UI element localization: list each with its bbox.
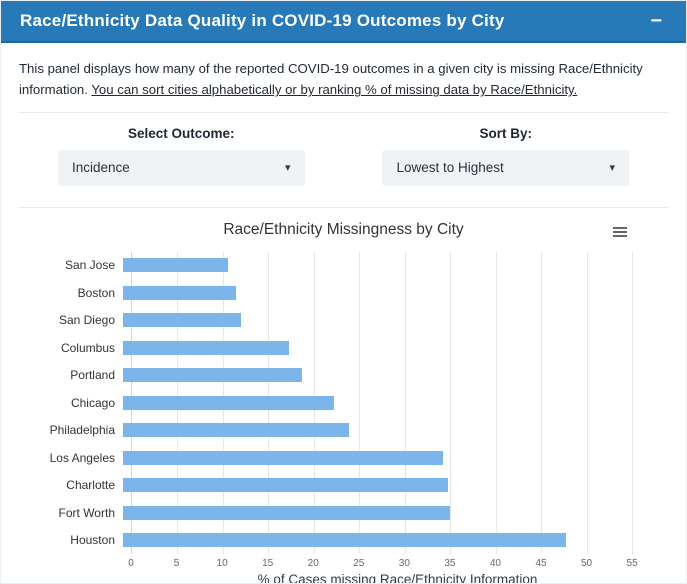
sort-label: Sort By: <box>479 125 532 141</box>
y-axis-category-label: Columbus <box>60 340 115 355</box>
bar-track <box>123 478 664 493</box>
bar-track <box>123 313 664 328</box>
x-axis-tick-label: 10 <box>216 557 228 569</box>
chart-row: Fort Worth <box>19 505 668 520</box>
plot-area: San Jose Boston San Diego Columbus Portland C… <box>19 251 668 584</box>
x-axis-tick-label: 20 <box>307 557 319 569</box>
bar[interactable] <box>123 340 290 355</box>
outcome-label: Select Outcome: <box>127 125 235 141</box>
bar[interactable] <box>123 285 236 300</box>
chart-rows: San Jose Boston San Diego Columbus Portland C… <box>19 252 668 554</box>
chart-title-row: Race/Ethnicity Missingness by City <box>19 221 668 243</box>
x-axis: 0 5 10 15 20 25 30 35 40 45 50 55 <box>128 554 664 569</box>
outcome-control: Select Outcome: Incidence ▾ <box>19 126 344 186</box>
panel-description: This panel displays how many of the repo… <box>19 58 667 101</box>
y-axis-category-label: San Jose <box>64 258 115 273</box>
x-axis-tick-label: 55 <box>626 557 638 569</box>
x-axis-tick-label: 30 <box>398 557 410 569</box>
divider <box>19 206 668 208</box>
y-axis-category-label: San Diego <box>58 313 115 328</box>
sort-selected-value: Lowest to Highest <box>396 160 504 176</box>
missingness-chart: Race/Ethnicity Missingness by City San J… <box>19 221 668 584</box>
bar[interactable] <box>123 450 443 465</box>
chart-row: Chicago <box>19 395 668 410</box>
chart-context-menu-button[interactable] <box>611 225 629 239</box>
y-axis-category-label: Fort Worth <box>58 505 115 520</box>
y-axis-category-label: Philadelphia <box>49 423 115 438</box>
y-axis-category-label: Chicago <box>70 395 115 410</box>
bar[interactable] <box>123 423 349 438</box>
x-axis-tick-label: 5 <box>173 557 180 569</box>
chart-title: Race/Ethnicity Missingness by City <box>223 220 464 238</box>
chart-row: Charlotte <box>19 478 668 493</box>
chart-row: Columbus <box>19 340 668 355</box>
collapse-button[interactable]: − <box>648 11 664 31</box>
chevron-down-icon: ▾ <box>285 162 291 175</box>
bar-track <box>123 505 664 520</box>
hamburger-menu-icon <box>613 234 627 237</box>
sort-control: Sort By: Lowest to Highest ▾ <box>344 126 669 186</box>
x-axis-tick-label: 40 <box>489 557 501 569</box>
outcome-select[interactable]: Incidence ▾ <box>57 149 305 186</box>
chart-row: Boston <box>19 285 668 300</box>
bar[interactable] <box>123 478 448 493</box>
bar[interactable] <box>123 368 303 383</box>
dashboard-panel: Race/Ethnicity Data Quality in COVID-19 … <box>0 0 687 584</box>
x-axis-tick-label: 35 <box>444 557 456 569</box>
bar-track <box>123 423 664 438</box>
bar[interactable] <box>123 395 334 410</box>
x-axis-tick-label: 50 <box>580 557 593 569</box>
chart-row: Portland <box>19 368 668 383</box>
y-axis-category-label: Boston <box>77 285 115 300</box>
x-axis-tick-label: 25 <box>353 557 365 569</box>
bar[interactable] <box>123 533 566 547</box>
y-axis-category-label: Houston <box>70 533 115 547</box>
chart-row: San Diego <box>19 313 668 328</box>
x-axis-tick-label: 0 <box>128 557 134 569</box>
chart-row: San Jose <box>19 258 668 273</box>
bar-track <box>123 533 664 547</box>
panel-body: This panel displays how many of the repo… <box>1 43 686 584</box>
outcome-selected-value: Incidence <box>71 160 130 176</box>
bar-track <box>123 368 664 383</box>
controls-row: Select Outcome: Incidence ▾ Sort By: Low… <box>19 126 668 186</box>
chart-row: Houston <box>19 533 668 547</box>
x-axis-tick-label: 45 <box>535 557 547 569</box>
sort-select[interactable]: Lowest to Highest ▾ <box>382 149 630 186</box>
chart-row: Los Angeles <box>19 450 668 465</box>
y-axis-category-label: Los Angeles <box>49 450 115 465</box>
bar[interactable] <box>123 258 228 273</box>
description-sort-hint: You can sort cities alphabetically or by… <box>91 82 578 98</box>
divider <box>19 111 668 113</box>
bar[interactable] <box>123 313 242 328</box>
chart-row: Philadelphia <box>19 423 668 438</box>
bar-track <box>123 450 664 465</box>
hamburger-menu-icon <box>613 226 627 229</box>
panel-title: Race/Ethnicity Data Quality in COVID-19 … <box>20 11 505 30</box>
panel-header: Race/Ethnicity Data Quality in COVID-19 … <box>1 1 686 43</box>
y-axis-category-label: Charlotte <box>66 478 115 493</box>
bar-track <box>123 285 664 300</box>
hamburger-menu-icon <box>613 230 627 233</box>
bar-track <box>123 258 664 273</box>
bar[interactable] <box>123 505 451 520</box>
x-axis-title: % of Cases missing Race/Ethnicity Inform… <box>257 571 538 584</box>
y-axis-category-label: Portland <box>70 368 115 383</box>
bar-track <box>123 395 664 410</box>
bar-track <box>123 340 664 355</box>
chevron-down-icon: ▾ <box>609 162 616 175</box>
x-axis-tick-label: 15 <box>262 557 274 569</box>
